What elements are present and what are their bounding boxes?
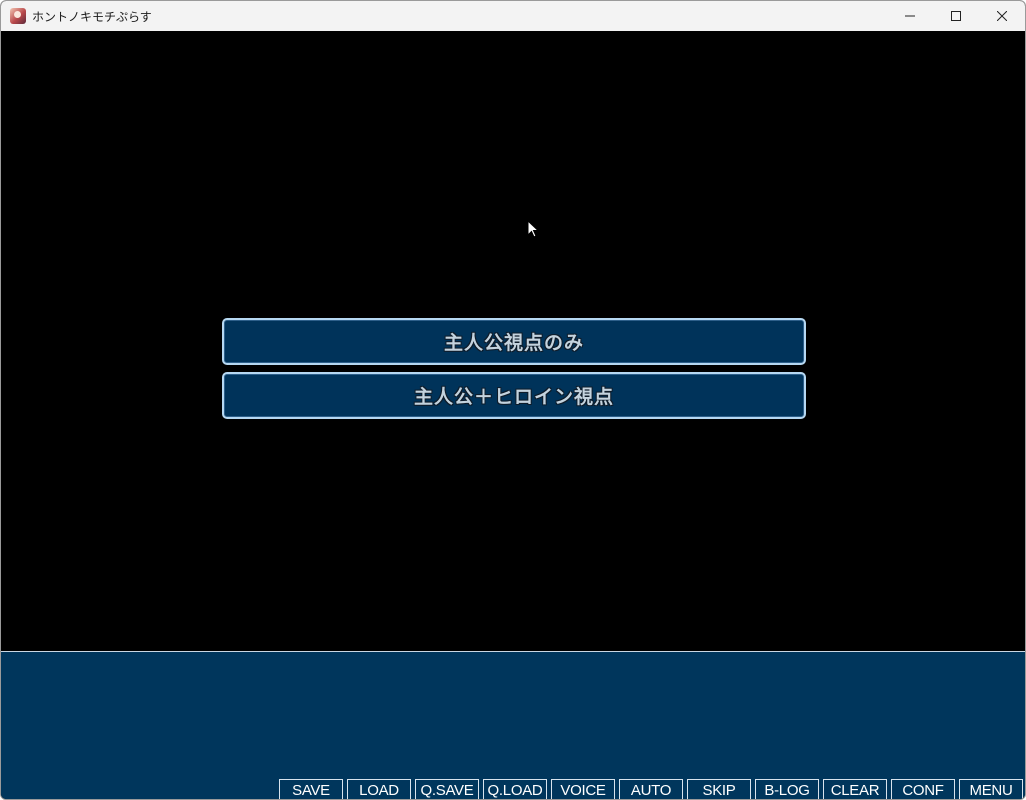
backlog-button[interactable]: B-LOG [755,779,819,799]
system-toolbar: SAVE LOAD Q.SAVE Q.LOAD VOICE AUTO SKIP … [279,779,1023,799]
config-button[interactable]: CONF [891,779,955,799]
minimize-icon [905,15,915,17]
minimize-button[interactable] [887,1,933,31]
load-button[interactable]: LOAD [347,779,411,799]
maximize-button[interactable] [933,1,979,31]
maximize-icon [951,11,961,21]
choice-protagonist-and-heroine[interactable]: 主人公＋ヒロイン視点 [222,372,806,419]
window-title: ホントノキモチぷらす [32,9,152,24]
close-icon [997,11,1007,21]
game-screen[interactable]: 主人公視点のみ 主人公＋ヒロイン視点 [1,31,1025,651]
message-window[interactable]: SAVE LOAD Q.SAVE Q.LOAD VOICE AUTO SKIP … [1,651,1025,799]
app-icon [10,8,26,24]
voice-button[interactable]: VOICE [551,779,615,799]
quick-load-button[interactable]: Q.LOAD [483,779,547,799]
game-window: ホントノキモチぷらす 主人公視点のみ 主人公＋ヒロイン視点 SAVE LOAD … [0,0,1026,800]
caption-buttons [887,1,1025,31]
mouse-cursor-icon [527,220,539,238]
save-button[interactable]: SAVE [279,779,343,799]
auto-button[interactable]: AUTO [619,779,683,799]
close-button[interactable] [979,1,1025,31]
menu-button[interactable]: MENU [959,779,1023,799]
title-bar[interactable]: ホントノキモチぷらす [1,1,1025,31]
choice-protagonist-only[interactable]: 主人公視点のみ [222,318,806,365]
skip-button[interactable]: SKIP [687,779,751,799]
quick-save-button[interactable]: Q.SAVE [415,779,479,799]
clear-button[interactable]: CLEAR [823,779,887,799]
